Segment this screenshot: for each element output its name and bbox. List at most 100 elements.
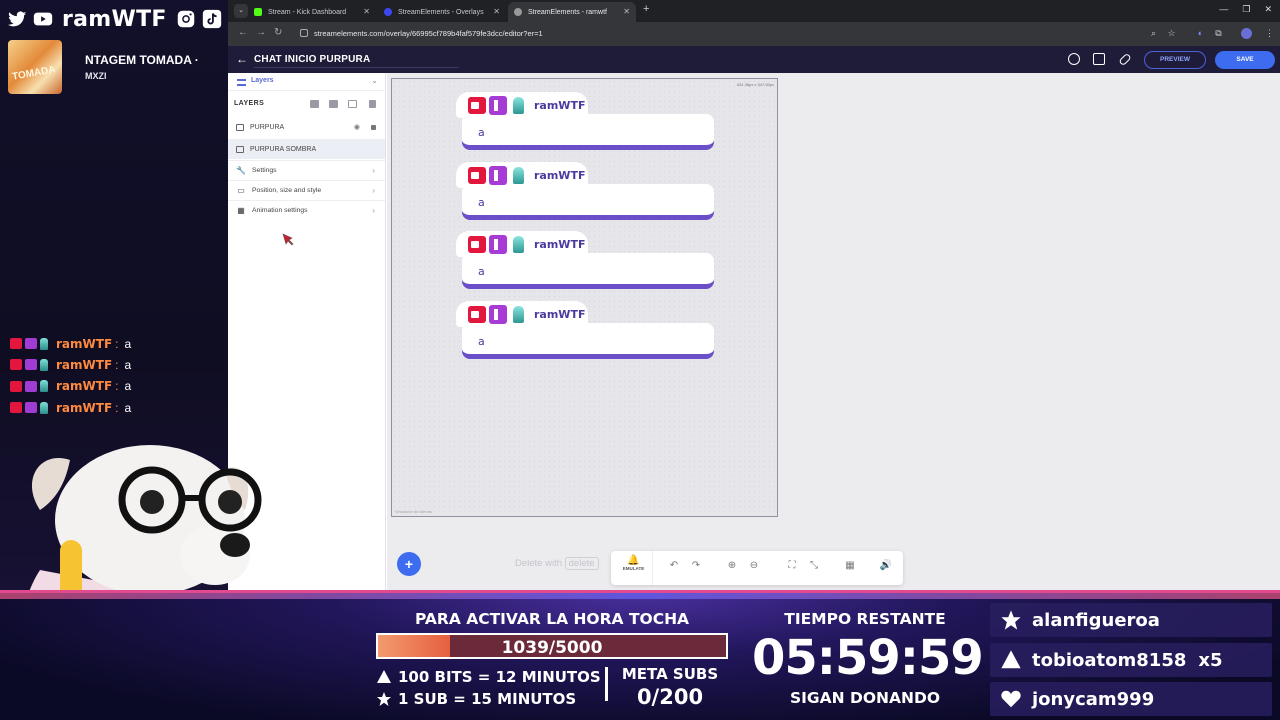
chat-username: ramWTF [56, 336, 113, 351]
chevron-down-icon[interactable]: ⌄ [371, 76, 378, 85]
animation-settings-row[interactable]: ▦ Animation settings › [228, 200, 385, 220]
camera-badge-icon [468, 167, 486, 184]
volume-icon[interactable]: 🔊 [879, 560, 893, 571]
position-size-style-row[interactable]: ▭ Position, size and style › [228, 180, 385, 200]
reload-icon[interactable]: ↻ [274, 27, 282, 38]
subscriber-badge-icon [489, 166, 507, 185]
extensions-icon[interactable]: ⧉ [1213, 28, 1224, 39]
add-widget-button[interactable]: + [397, 552, 421, 576]
layers-menu-icon [237, 79, 246, 86]
chat-line: ramWTF: a [10, 354, 220, 375]
donor-extra: x5 [1198, 649, 1223, 671]
save-button[interactable]: SAVE [1215, 51, 1275, 69]
back-arrow-icon[interactable]: ← [236, 52, 248, 66]
divider [605, 667, 608, 701]
close-window-icon[interactable]: ✕ [1264, 4, 1272, 15]
minimize-icon[interactable]: — [1219, 4, 1228, 15]
widget-username: ramWTF [534, 308, 586, 321]
chevron-right-icon: › [372, 166, 375, 175]
chat-message: a [124, 400, 132, 415]
url-field[interactable]: streamelements.com/overlay/66995cf789b4f… [314, 29, 543, 38]
canvas-size-label: 631.38px x 347.65px [736, 82, 774, 87]
site-info-icon[interactable] [300, 29, 308, 37]
star-icon [377, 692, 391, 706]
fit-screen-icon[interactable]: ⤡ [807, 560, 821, 571]
delete-hint: Delete with delete [515, 557, 599, 570]
tab-kick-dashboard[interactable]: Stream - Kick Dashboard ✕ [248, 2, 376, 22]
tab-search-button[interactable]: ⌄ [234, 4, 248, 18]
goal-count: 1039/5000 [501, 638, 603, 658]
chat-widget-message[interactable]: a ramWTF [456, 162, 718, 222]
maximize-icon[interactable]: ❐ [1242, 4, 1250, 15]
emulate-button[interactable]: 🔔 EMULATE [615, 551, 653, 585]
tiktok-icon [201, 8, 223, 30]
close-icon[interactable]: ✕ [493, 7, 500, 16]
settings-row-label: Position, size and style [252, 187, 322, 194]
donor-name: alanfigueroa [1032, 609, 1160, 631]
camera-badge-icon [10, 380, 22, 392]
overlay-title[interactable]: CHAT INICIO PURPURA [254, 54, 370, 65]
subscriber-badge-icon [489, 305, 507, 324]
chat-widget-message[interactable]: a ramWTF [456, 231, 718, 291]
fullscreen-icon[interactable]: ⛶ [785, 560, 799, 571]
position-icon: ▭ [237, 186, 245, 195]
audio-extension-icon[interactable]: ◖ [1194, 28, 1205, 39]
settings-row[interactable]: 🔧 Settings › [228, 160, 385, 180]
eye-icon[interactable]: ◉ [354, 123, 360, 131]
triangle-icon [377, 670, 391, 683]
new-tab-button[interactable]: + [643, 3, 649, 15]
message-body: a [462, 323, 714, 357]
folder-icon[interactable] [329, 100, 338, 108]
add-layer-icon[interactable] [310, 100, 319, 108]
layers-section-title: LAYERS [234, 100, 265, 107]
tab-strip: ⌄ Stream - Kick Dashboard ✕ StreamElemen… [228, 0, 1280, 22]
camera-badge-icon [468, 306, 486, 323]
preview-button[interactable]: PREVIEW [1144, 51, 1206, 69]
chat-username: ramWTF [56, 379, 113, 394]
figure-badge-icon [513, 97, 524, 114]
goal-rule-text: 1 SUB = 15 MINUTOS [398, 690, 577, 708]
bar-glow [0, 593, 1280, 599]
help-icon[interactable] [1068, 53, 1080, 65]
figure-badge-icon [40, 401, 48, 414]
zoom-icon[interactable]: ⌕ [1148, 28, 1159, 39]
grid-icon[interactable]: ▦ [843, 560, 857, 571]
widget-message-text: a [478, 196, 485, 209]
heart-icon [1001, 690, 1021, 708]
chat-separator: : [115, 379, 119, 394]
layer-item-purpura-sombra[interactable]: PURPURA SOMBRA [228, 139, 385, 159]
forward-icon[interactable]: → [256, 27, 266, 38]
figure-badge-icon [40, 337, 48, 350]
layer-item-purpura[interactable]: PURPURA ◉ [228, 117, 385, 137]
browser-window: ⌄ Stream - Kick Dashboard ✕ StreamElemen… [228, 0, 1280, 592]
more-menu-icon[interactable]: ⋮ [1264, 28, 1275, 39]
trash-icon[interactable] [369, 100, 376, 108]
tab-streamelements-overlays[interactable]: StreamElements - Overlays ✕ [378, 2, 506, 22]
redo-icon[interactable]: ↷ [689, 560, 703, 571]
lock-icon[interactable] [371, 124, 376, 130]
subscriber-badge-icon [489, 235, 507, 254]
streamelements-icon [384, 8, 392, 16]
close-icon[interactable]: ✕ [363, 7, 370, 16]
overlay-canvas[interactable]: 631.38px x 347.65px Simulador de Alertas… [391, 78, 778, 517]
profile-avatar-icon[interactable] [1241, 28, 1252, 39]
figure-badge-icon [40, 380, 48, 393]
twitter-icon [6, 8, 28, 30]
chat-widget-message[interactable]: a ramWTF [456, 92, 718, 152]
tab-streamelements-ramwtf[interactable]: StreamElements - ramwtf ✕ [508, 2, 636, 22]
back-icon[interactable]: ← [238, 27, 248, 38]
duplicate-icon[interactable] [348, 100, 357, 108]
bookmark-star-icon[interactable]: ☆ [1166, 28, 1177, 39]
undo-icon[interactable]: ↶ [667, 560, 681, 571]
chat-widget-message[interactable]: a ramWTF [456, 301, 718, 361]
zoom-in-icon[interactable]: ⊕ [725, 560, 739, 571]
link-icon[interactable] [1118, 52, 1132, 67]
goal-rule-bits: 100 BITS = 12 MINUTOS [376, 668, 601, 686]
zoom-out-icon[interactable]: ⊖ [747, 560, 761, 571]
editor-header: ← CHAT INICIO PURPURA PREVIEW SAVE [228, 46, 1280, 73]
donor-name: jonycam999 [1032, 688, 1155, 710]
monitor-icon[interactable] [1093, 53, 1105, 65]
tab-title: StreamElements - ramwtf [528, 8, 607, 16]
layers-tab[interactable]: Layers ⌄ [228, 73, 386, 91]
close-icon[interactable]: ✕ [623, 7, 630, 16]
